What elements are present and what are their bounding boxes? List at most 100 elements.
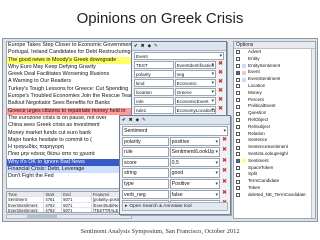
annotation-type-item[interactable]: Entity <box>234 56 315 63</box>
annotation-type-item[interactable]: Sentiment <box>234 158 315 165</box>
document-sentence[interactable]: Europe Takes Step Closer to Economic Gov… <box>7 42 131 49</box>
document-sentence[interactable]: Why it's OK to Ignore Bad News <box>7 158 131 167</box>
annotation-type-checkbox[interactable] <box>236 152 240 157</box>
annotation-type-item[interactable]: SpaceToken <box>234 165 315 172</box>
annotation-type-checkbox[interactable] <box>236 70 240 75</box>
document-sentence[interactable]: Η τραγωδίες παρηγορή <box>7 144 131 151</box>
remove-feature-icon[interactable]: ✖ <box>221 158 228 168</box>
annotation-type-checkbox[interactable] <box>236 111 240 116</box>
feature-value-field[interactable]: Positive <box>169 178 220 189</box>
feature-name-field[interactable]: score <box>122 157 169 168</box>
annotation-type-item[interactable]: RelSubject <box>234 124 315 131</box>
annotation-type-checkbox[interactable] <box>236 186 240 191</box>
feature-name-field[interactable]: string <box>122 168 169 178</box>
feature-name-field[interactable]: location <box>134 88 174 96</box>
annotation-type-item[interactable]: deleted_NE_TermCandidate <box>234 192 315 199</box>
annotation-type-item[interactable]: EntitySentiment <box>234 63 315 70</box>
edit-icon[interactable]: ✎ <box>142 117 146 123</box>
feature-value-field[interactable]: EconomyLocation1 <box>174 106 216 114</box>
annotation-type-checkbox[interactable] <box>236 172 240 177</box>
annotation-type-item[interactable]: Split <box>234 171 315 178</box>
feature-name-field[interactable]: TEST <box>134 61 174 69</box>
annotation-editor-sentiment[interactable]: ✔ ✖ ◆ ✎ Sentiment polaritypositive✖ruleS… <box>119 115 231 215</box>
annotation-type-select[interactable]: Event <box>134 52 224 60</box>
annotation-type-checkbox[interactable] <box>236 97 240 102</box>
feature-value-field[interactable]: EconomicEvent <box>174 97 216 105</box>
annotation-type-item[interactable]: Sentence <box>234 137 315 144</box>
annotation-type-checkbox[interactable] <box>236 125 240 130</box>
annotations-table[interactable]: Type Start End Features Sentiment 4761 5071 {po… <box>6 191 132 213</box>
annotation-type-item[interactable]: SentenceSentiment <box>234 144 315 151</box>
remove-feature-icon[interactable]: ✖ <box>217 88 224 96</box>
annotation-type-checkbox[interactable] <box>236 91 240 96</box>
pin-icon[interactable]: ◆ <box>136 117 139 123</box>
annotation-type-item[interactable]: Percent <box>234 97 315 104</box>
feature-value-field[interactable]: good <box>169 168 220 178</box>
annotation-type-checkbox[interactable] <box>236 165 240 170</box>
feature-value-field[interactable]: 0.5 <box>169 157 220 168</box>
document-sentence[interactable]: Why Euro May Keep Defying Gravity <box>7 64 131 71</box>
annotation-type-item[interactable]: RelObject <box>234 117 315 124</box>
feature-name-field[interactable]: rule <box>122 147 169 157</box>
remove-feature-icon[interactable]: ✖ <box>217 61 224 69</box>
feature-name-field[interactable]: polarity <box>134 70 174 78</box>
document-sentence[interactable]: Greek Deal Facilitates Worsening Illusio… <box>7 71 131 78</box>
horizontal-scrollbar[interactable] <box>6 214 132 219</box>
document-sentence[interactable]: A Warning to Our Readers <box>7 78 131 85</box>
document-sentence[interactable]: Ποια μην κάνεις θέσω απο το χρυσά <box>7 151 131 158</box>
annotation-type-checkbox[interactable] <box>236 63 240 68</box>
document-sentence[interactable]: Europe's Troubled Economies Join the Res… <box>7 93 131 100</box>
annotation-type-checkbox[interactable] <box>236 145 240 150</box>
document-sentence[interactable]: The good news in Moody's Greek downgrade <box>7 56 131 64</box>
feature-name-field[interactable]: rule1 <box>134 106 174 114</box>
remove-feature-icon[interactable]: ✖ <box>221 168 228 178</box>
annotation-type-item[interactable]: Money <box>234 90 315 97</box>
annotation-type-checkbox[interactable] <box>236 138 240 143</box>
annotation-type-checkbox[interactable] <box>236 193 240 198</box>
document-sentence[interactable]: Turkey's Tough Lessons for Greece: Cut S… <box>7 86 131 93</box>
annotation-type-item[interactable]: Relation <box>234 131 315 138</box>
delete-icon[interactable]: ✖ <box>141 43 145 49</box>
delete-icon[interactable]: ✖ <box>129 117 133 123</box>
feature-value-field[interactable]: Economic <box>174 79 216 87</box>
remove-feature-icon[interactable]: ✖ <box>221 190 228 200</box>
table-header-cell[interactable]: Type <box>7 192 45 197</box>
check-icon[interactable]: ✔ <box>134 43 138 49</box>
annotation-type-checkbox[interactable] <box>236 50 240 55</box>
remove-feature-icon[interactable]: ✖ <box>221 179 228 189</box>
annotation-sets-header[interactable]: Options <box>234 42 315 49</box>
table-header-cell[interactable]: End <box>62 192 92 197</box>
annotation-type-checkbox[interactable] <box>236 104 240 109</box>
feature-name-field[interactable]: kind <box>134 79 174 87</box>
search-annotate-label[interactable]: Open Search & Annotate tool <box>129 204 191 209</box>
feature-value-field[interactable]: EventIdentification <box>174 61 216 69</box>
document-sentence[interactable]: China sees Greek crisis as investment <box>7 122 131 129</box>
document-sentence[interactable]: Greece urges citizens to repatriate mone… <box>7 107 131 115</box>
annotation-type-checkbox[interactable] <box>236 179 240 184</box>
document-sentence[interactable]: Major banks hesitate to commit to ( <box>7 137 131 144</box>
remove-feature-icon[interactable]: ✖ <box>221 137 228 147</box>
remove-feature-icon[interactable]: ✖ <box>217 106 224 114</box>
vertical-scrollbar[interactable] <box>311 49 315 218</box>
annotation-type-checkbox[interactable] <box>236 159 240 164</box>
annotation-type-item[interactable]: Event <box>234 69 315 76</box>
feature-value-field[interactable]: false <box>169 189 220 200</box>
annotation-type-checkbox[interactable] <box>236 57 240 62</box>
pin-icon[interactable]: ◆ <box>148 43 151 49</box>
remove-feature-icon[interactable]: ✖ <box>217 97 224 105</box>
feature-name-field[interactable]: type <box>122 178 169 189</box>
expand-arrow-icon[interactable]: ▸ <box>125 204 127 210</box>
remove-feature-icon[interactable]: ✖ <box>221 147 228 157</box>
annotation-type-checkbox[interactable] <box>236 131 240 136</box>
remove-feature-icon[interactable]: ✖ <box>217 79 224 87</box>
feature-name-field[interactable]: polarity <box>122 136 169 147</box>
search-annotate-bar[interactable]: ▸ Open Search & Annotate tool <box>122 202 228 211</box>
document-text-panel[interactable]: Europe Takes Step Closer to Economic Gov… <box>6 41 132 189</box>
remove-feature-icon[interactable]: ✖ <box>217 70 224 78</box>
document-sentence[interactable]: Bailout Negotiator Sees Benefits for Ban… <box>7 100 131 107</box>
scrollbar-thumb[interactable] <box>27 215 57 218</box>
feature-value-field[interactable]: Greece <box>174 88 216 96</box>
feature-value-field[interactable]: Sentiment/LookUp <box>169 147 220 157</box>
feature-name-field[interactable]: verb_neg <box>122 189 169 200</box>
document-sentence[interactable]: Money market funds cut euro bank <box>7 130 131 137</box>
